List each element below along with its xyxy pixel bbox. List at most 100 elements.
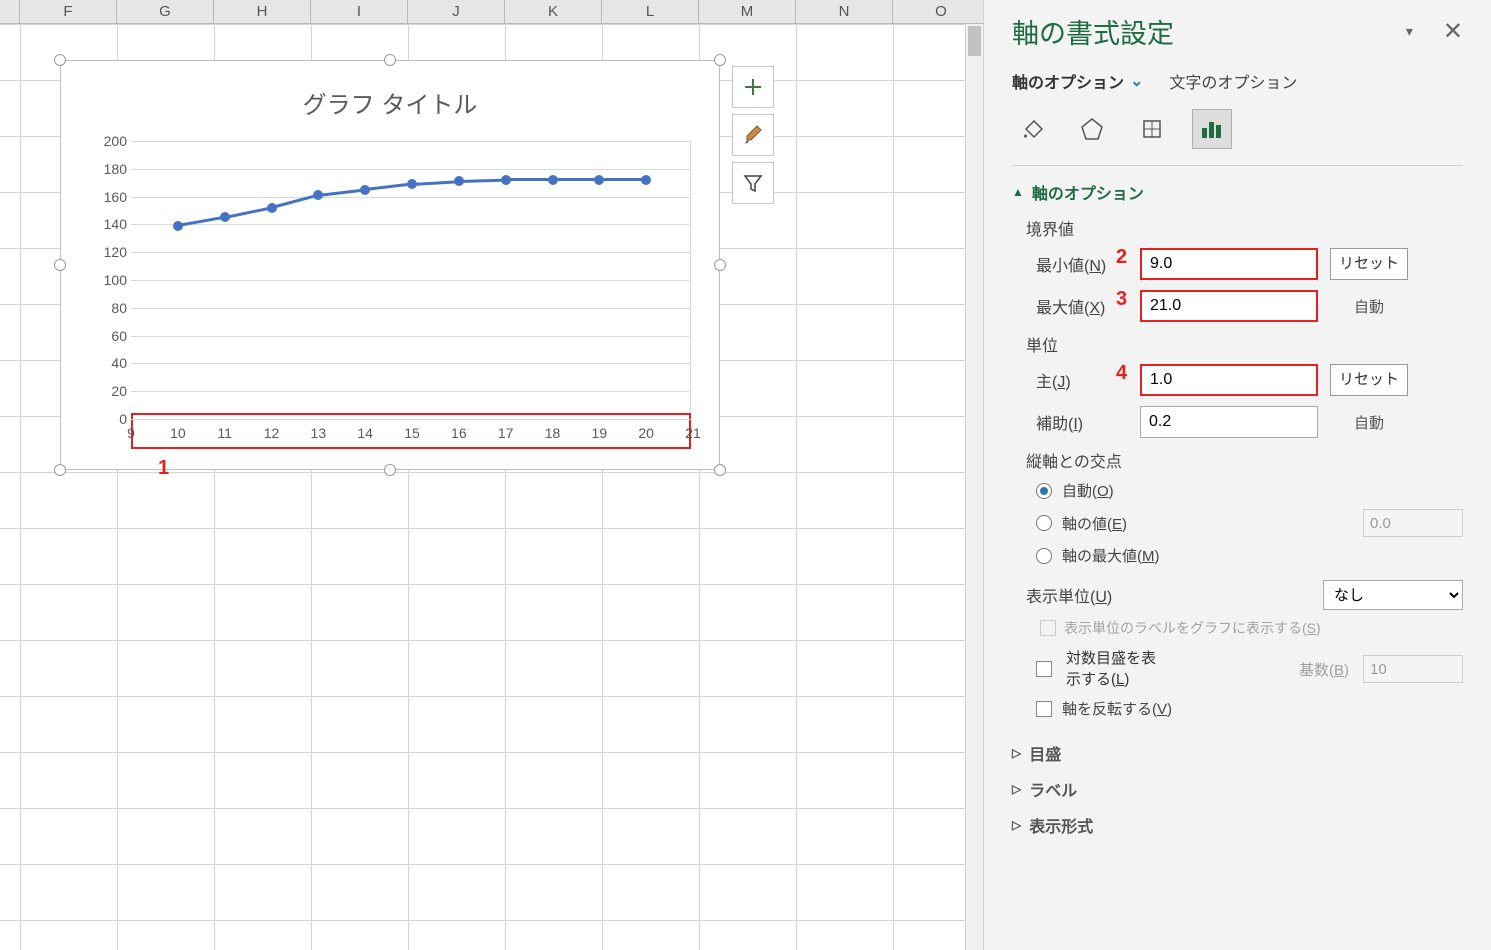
display-units-label: 表示単位(U)	[1026, 583, 1112, 607]
x-tick-label: 12	[264, 425, 280, 441]
size-icon	[1139, 116, 1165, 142]
display-units-select[interactable]: なし	[1323, 580, 1463, 610]
chart-elements-button[interactable]	[732, 66, 774, 108]
reverse-axis-checkbox[interactable]: 軸を反転する(V)	[1036, 698, 1463, 719]
chart-styles-button[interactable]	[732, 114, 774, 156]
resize-handle[interactable]	[714, 54, 726, 66]
annotation-4: 4	[1116, 362, 1127, 385]
chart-title[interactable]: グラフ タイトル	[61, 61, 719, 120]
chart-filters-button[interactable]	[732, 162, 774, 204]
resize-handle[interactable]	[54, 464, 66, 476]
x-tick-label: 16	[451, 425, 467, 441]
effects-tab[interactable]	[1072, 109, 1112, 149]
resize-handle[interactable]	[714, 259, 726, 271]
cross-max-radio[interactable]: 軸の最大値(M)	[1036, 545, 1463, 566]
resize-handle[interactable]	[54, 259, 66, 271]
pane-close-icon[interactable]: ✕	[1443, 17, 1463, 46]
column-headers: F G H I J K L M N O	[0, 0, 983, 24]
resize-handle[interactable]	[384, 464, 396, 476]
col-header[interactable]: K	[505, 0, 602, 23]
size-properties-tab[interactable]	[1132, 109, 1172, 149]
y-tick-label: 100	[79, 272, 127, 288]
y-gridline	[131, 391, 691, 392]
major-unit-label: 主(J)	[1036, 368, 1128, 392]
cross-value-input[interactable]	[1363, 509, 1463, 537]
reverse-axis-label: 軸を反転する(V)	[1062, 698, 1172, 719]
x-tick-label: 19	[592, 425, 608, 441]
chevron-down-icon: ⌄	[1130, 71, 1143, 91]
cross-label: 縦軸との交点	[1026, 448, 1463, 472]
chart-object[interactable]: グラフ タイトル 2001801601401201008060402009101…	[60, 60, 720, 470]
major-unit-reset-button[interactable]: リセット	[1330, 364, 1408, 396]
col-header[interactable]: N	[796, 0, 893, 23]
col-header[interactable]: G	[117, 0, 214, 23]
pane-dropdown-icon[interactable]: ▾	[1406, 23, 1413, 40]
spreadsheet-area[interactable]: F G H I J K L M N O グラフ タイトル	[0, 0, 983, 950]
y-tick-label: 40	[79, 355, 127, 371]
y-tick-label: 140	[79, 216, 127, 232]
col-header[interactable]: F	[20, 0, 117, 23]
triangle-down-icon: ▲	[1012, 185, 1024, 199]
min-reset-button[interactable]: リセット	[1330, 248, 1408, 280]
col-header[interactable]: H	[214, 0, 311, 23]
x-tick-label: 21	[685, 425, 701, 441]
checkbox-icon[interactable]	[1036, 661, 1052, 677]
section-ticks[interactable]: ▷ 目盛	[1012, 741, 1463, 765]
annotation-2: 2	[1116, 246, 1127, 269]
pane-title: 軸の書式設定	[1012, 12, 1174, 51]
cross-auto-radio[interactable]: 自動(O)	[1036, 480, 1463, 501]
y-tick-label: 80	[79, 300, 127, 316]
units-label: 単位	[1026, 332, 1463, 356]
series-line	[599, 178, 646, 181]
cross-auto-label: 自動(O)	[1062, 480, 1114, 501]
y-gridline	[131, 419, 691, 420]
y-gridline	[131, 169, 691, 170]
tab-axis-label: 軸のオプション	[1012, 69, 1124, 93]
col-header[interactable]: O	[893, 0, 983, 23]
y-gridline	[131, 336, 691, 337]
y-tick-label: 60	[79, 328, 127, 344]
bounds-label: 境界値	[1026, 216, 1463, 240]
plus-icon	[742, 76, 764, 98]
col-header[interactable]: I	[311, 0, 408, 23]
vertical-scrollbar[interactable]	[965, 24, 983, 950]
y-gridline	[131, 363, 691, 364]
resize-handle[interactable]	[714, 464, 726, 476]
tab-text-options[interactable]: 文字のオプション	[1169, 69, 1297, 93]
tab-axis-options[interactable]: 軸のオプション ⌄	[1012, 69, 1143, 93]
section-number-format[interactable]: ▷ 表示形式	[1012, 813, 1463, 837]
data-point[interactable]	[641, 175, 651, 185]
min-input[interactable]	[1140, 248, 1318, 280]
resize-handle[interactable]	[384, 54, 396, 66]
max-auto-label: 自動	[1330, 296, 1408, 317]
x-tick-label: 10	[170, 425, 186, 441]
log-base-label: 基数(B)	[1299, 659, 1349, 680]
col-header[interactable]: L	[602, 0, 699, 23]
scrollbar-thumb[interactable]	[968, 26, 981, 56]
max-input[interactable]	[1140, 290, 1318, 322]
col-header[interactable]: J	[408, 0, 505, 23]
axis-options-tab[interactable]	[1192, 109, 1232, 149]
min-label: 最小値(N)	[1036, 252, 1128, 276]
cross-value-radio[interactable]: 軸の値(E)	[1036, 509, 1463, 537]
triangle-right-icon: ▷	[1012, 782, 1021, 796]
resize-handle[interactable]	[54, 54, 66, 66]
major-unit-input[interactable]	[1140, 364, 1318, 396]
col-header[interactable]: M	[699, 0, 796, 23]
series-line	[553, 178, 600, 181]
log-scale-checkbox[interactable]: 対数目盛を表示する(L)	[1066, 648, 1156, 690]
plot-area[interactable]: 2001801601401201008060402009101112131415…	[79, 141, 701, 451]
triangle-right-icon: ▷	[1012, 746, 1021, 760]
x-tick-label: 18	[545, 425, 561, 441]
x-tick-label: 14	[357, 425, 373, 441]
x-tick-label: 11	[217, 425, 232, 441]
show-unit-label-checkbox: 表示単位のラベルをグラフに表示する(S)	[1040, 618, 1463, 638]
x-tick-label: 15	[404, 425, 420, 441]
minor-unit-input[interactable]	[1140, 406, 1318, 438]
y-tick-label: 0	[79, 411, 127, 427]
checkbox-icon	[1036, 701, 1052, 717]
fill-line-tab[interactable]	[1012, 109, 1052, 149]
section-labels[interactable]: ▷ ラベル	[1012, 777, 1463, 801]
log-base-input	[1363, 655, 1463, 683]
section-axis-options[interactable]: ▲ 軸のオプション	[1012, 180, 1463, 204]
